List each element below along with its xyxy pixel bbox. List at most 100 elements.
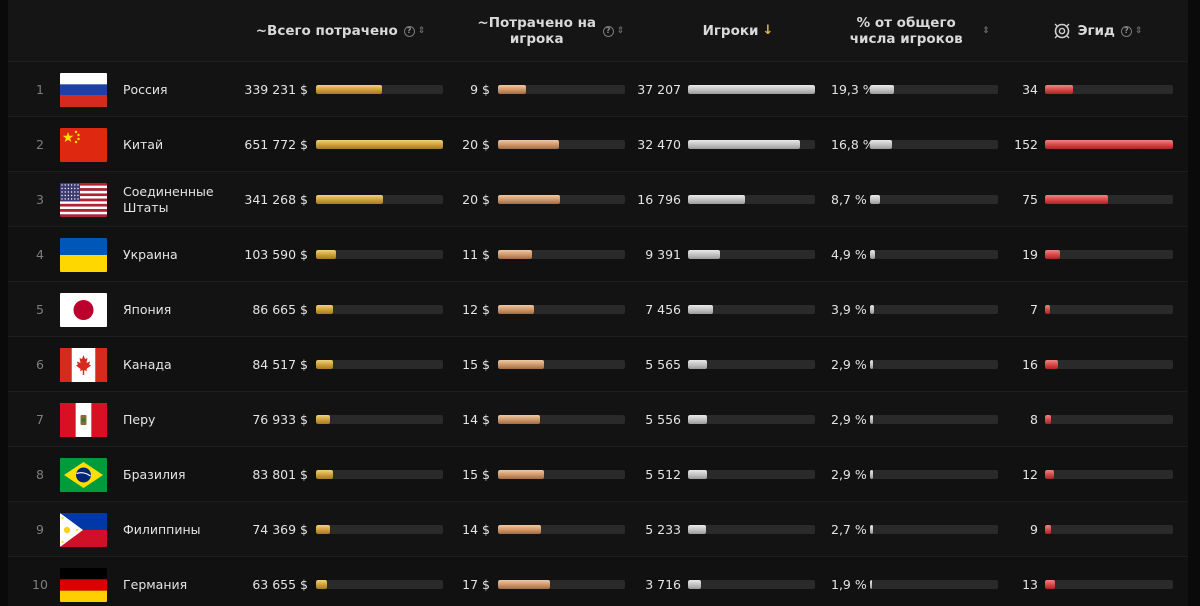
- aegis-bar-track: [1045, 85, 1173, 94]
- per-value: 20 $: [462, 137, 490, 152]
- percent-bar-fill: [870, 415, 873, 424]
- flag-brazil-icon: [60, 458, 107, 492]
- rank-number: 3: [36, 192, 44, 207]
- players-value: 5 233: [645, 522, 681, 537]
- aegis-bar-fill: [1045, 195, 1108, 204]
- sort-icon[interactable]: ⇕: [617, 26, 625, 36]
- aegis-bar-fill: [1045, 415, 1052, 424]
- players-bar-track: [688, 305, 815, 314]
- players-bar-fill: [688, 85, 815, 94]
- aegis-value: 152: [1014, 137, 1038, 152]
- players-value: 32 470: [637, 137, 681, 152]
- table-row[interactable]: 10 Германия 63 655 $17 $3 716 1,9 % 13: [8, 557, 1188, 606]
- header-total-spent-label: ~Всего потрачено: [255, 23, 398, 39]
- help-icon[interactable]: ?: [602, 25, 614, 37]
- percent-bar-fill: [870, 470, 873, 479]
- sort-icon[interactable]: ⇕: [1135, 26, 1143, 36]
- aegis-bar-fill: [1045, 525, 1052, 534]
- players-value: 7 456: [645, 302, 681, 317]
- total-value: 63 655 $: [252, 577, 308, 592]
- header-players[interactable]: Игроки ↓: [648, 0, 828, 62]
- per-value: 11 $: [462, 247, 490, 262]
- players-value: 5 565: [645, 357, 681, 372]
- percent-bar-fill: [870, 580, 872, 589]
- table-row[interactable]: 5 Япония 86 665 $12 $7 456 3,9 % 7: [8, 282, 1188, 337]
- players-value: 3 716: [645, 577, 681, 592]
- help-icon[interactable]: ?: [1120, 25, 1132, 37]
- aegis-value: 12: [1022, 467, 1038, 482]
- total-value: 341 268 $: [244, 192, 308, 207]
- sort-icon[interactable]: ⇕: [982, 26, 990, 36]
- aegis-value: 8: [1030, 412, 1038, 427]
- aegis-value: 7: [1030, 302, 1038, 317]
- players-bar-fill: [688, 580, 701, 589]
- aegis-bar-track: [1045, 525, 1173, 534]
- per-value: 17 $: [462, 577, 490, 592]
- table-row[interactable]: 7 Перу 76 933 $14 $5 556 2,9 % 8: [8, 392, 1188, 447]
- players-bar-track: [688, 580, 815, 589]
- players-bar-track: [688, 140, 815, 149]
- per-value: 12 $: [462, 302, 490, 317]
- players-bar-track: [688, 250, 815, 259]
- aegis-bar-fill: [1045, 580, 1056, 589]
- table-row[interactable]: 3 Соединенные Штаты 341 268 $20 $16 796 8,7…: [8, 172, 1188, 227]
- per-bar-fill: [498, 470, 544, 479]
- per-value: 15 $: [462, 357, 490, 372]
- header-per-player-label: ~Потрачено на игрока: [477, 15, 597, 47]
- rank-number: 6: [36, 357, 44, 372]
- aegis-value: 34: [1022, 82, 1038, 97]
- players-bar-fill: [688, 525, 706, 534]
- aegis-bar-track: [1045, 580, 1173, 589]
- flag-canada-icon: [60, 348, 107, 382]
- flag-germany-icon: [60, 568, 107, 602]
- per-value: 14 $: [462, 412, 490, 427]
- sort-icon[interactable]: ⇕: [418, 26, 426, 36]
- flag-philippines-icon: [60, 513, 107, 547]
- total-bar-fill: [316, 195, 384, 204]
- rank-number: 9: [36, 522, 44, 537]
- aegis-bar-track: [1045, 360, 1173, 369]
- header-aegis[interactable]: Эгид ? ⇕: [1018, 0, 1178, 62]
- header-total-spent[interactable]: ~Всего потрачено ? ⇕: [248, 0, 433, 62]
- header-percent[interactable]: % от общего числа игроков ⇕: [828, 0, 1008, 62]
- players-bar-track: [688, 470, 815, 479]
- total-value: 86 665 $: [252, 302, 308, 317]
- aegis-bar-track: [1045, 415, 1173, 424]
- percent-bar-fill: [870, 140, 892, 149]
- help-icon[interactable]: ?: [403, 25, 415, 37]
- rank-number: 4: [36, 247, 44, 262]
- per-value: 9 $: [470, 82, 490, 97]
- flag-japan-icon: [60, 293, 107, 327]
- header-per-player[interactable]: ~Потрачено на игрока ? ⇕: [463, 0, 638, 62]
- table-row[interactable]: 4 Украина 103 590 $11 $9 391 4,9 % 19: [8, 227, 1188, 282]
- players-bar-fill: [688, 305, 714, 314]
- percent-bar-fill: [870, 360, 873, 369]
- per-bar-fill: [498, 305, 534, 314]
- aegis-value: 16: [1022, 357, 1038, 372]
- percent-bar-fill: [870, 250, 876, 259]
- players-bar-track: [688, 360, 815, 369]
- total-value: 76 933 $: [252, 412, 308, 427]
- total-bar-fill: [316, 525, 330, 534]
- aegis-bar-fill: [1045, 250, 1061, 259]
- table-row[interactable]: 9 Филиппины 74 369 $14 $5 233 2,7 % 9: [8, 502, 1188, 557]
- players-bar-fill: [688, 360, 708, 369]
- per-bar-fill: [498, 360, 544, 369]
- aegis-bar-track: [1045, 195, 1173, 204]
- per-value: 20 $: [462, 192, 490, 207]
- players-bar-fill: [688, 195, 746, 204]
- table-row[interactable]: 6 Канада 84 517 $15 $5 565 2,9 % 16: [8, 337, 1188, 392]
- aegis-bar-fill: [1045, 470, 1054, 479]
- per-value: 15 $: [462, 467, 490, 482]
- flag-peru-icon: [60, 403, 107, 437]
- table-row[interactable]: 2 Китай 651 772 $20 $32 470 16,8 % 152: [8, 117, 1188, 172]
- percent-bar-fill: [870, 85, 895, 94]
- aegis-bar-track: [1045, 305, 1173, 314]
- table-row[interactable]: 1 Россия 339 231 $9 $37 207 19,3 % 34: [8, 62, 1188, 117]
- rank-number: 2: [36, 137, 44, 152]
- table-row[interactable]: 8 Бразилия 83 801 $15 $5 512 2,9 % 12: [8, 447, 1188, 502]
- rank-number: 10: [32, 577, 48, 592]
- per-bar-fill: [498, 85, 526, 94]
- sort-down-icon[interactable]: ↓: [763, 23, 774, 39]
- players-bar-track: [688, 85, 815, 94]
